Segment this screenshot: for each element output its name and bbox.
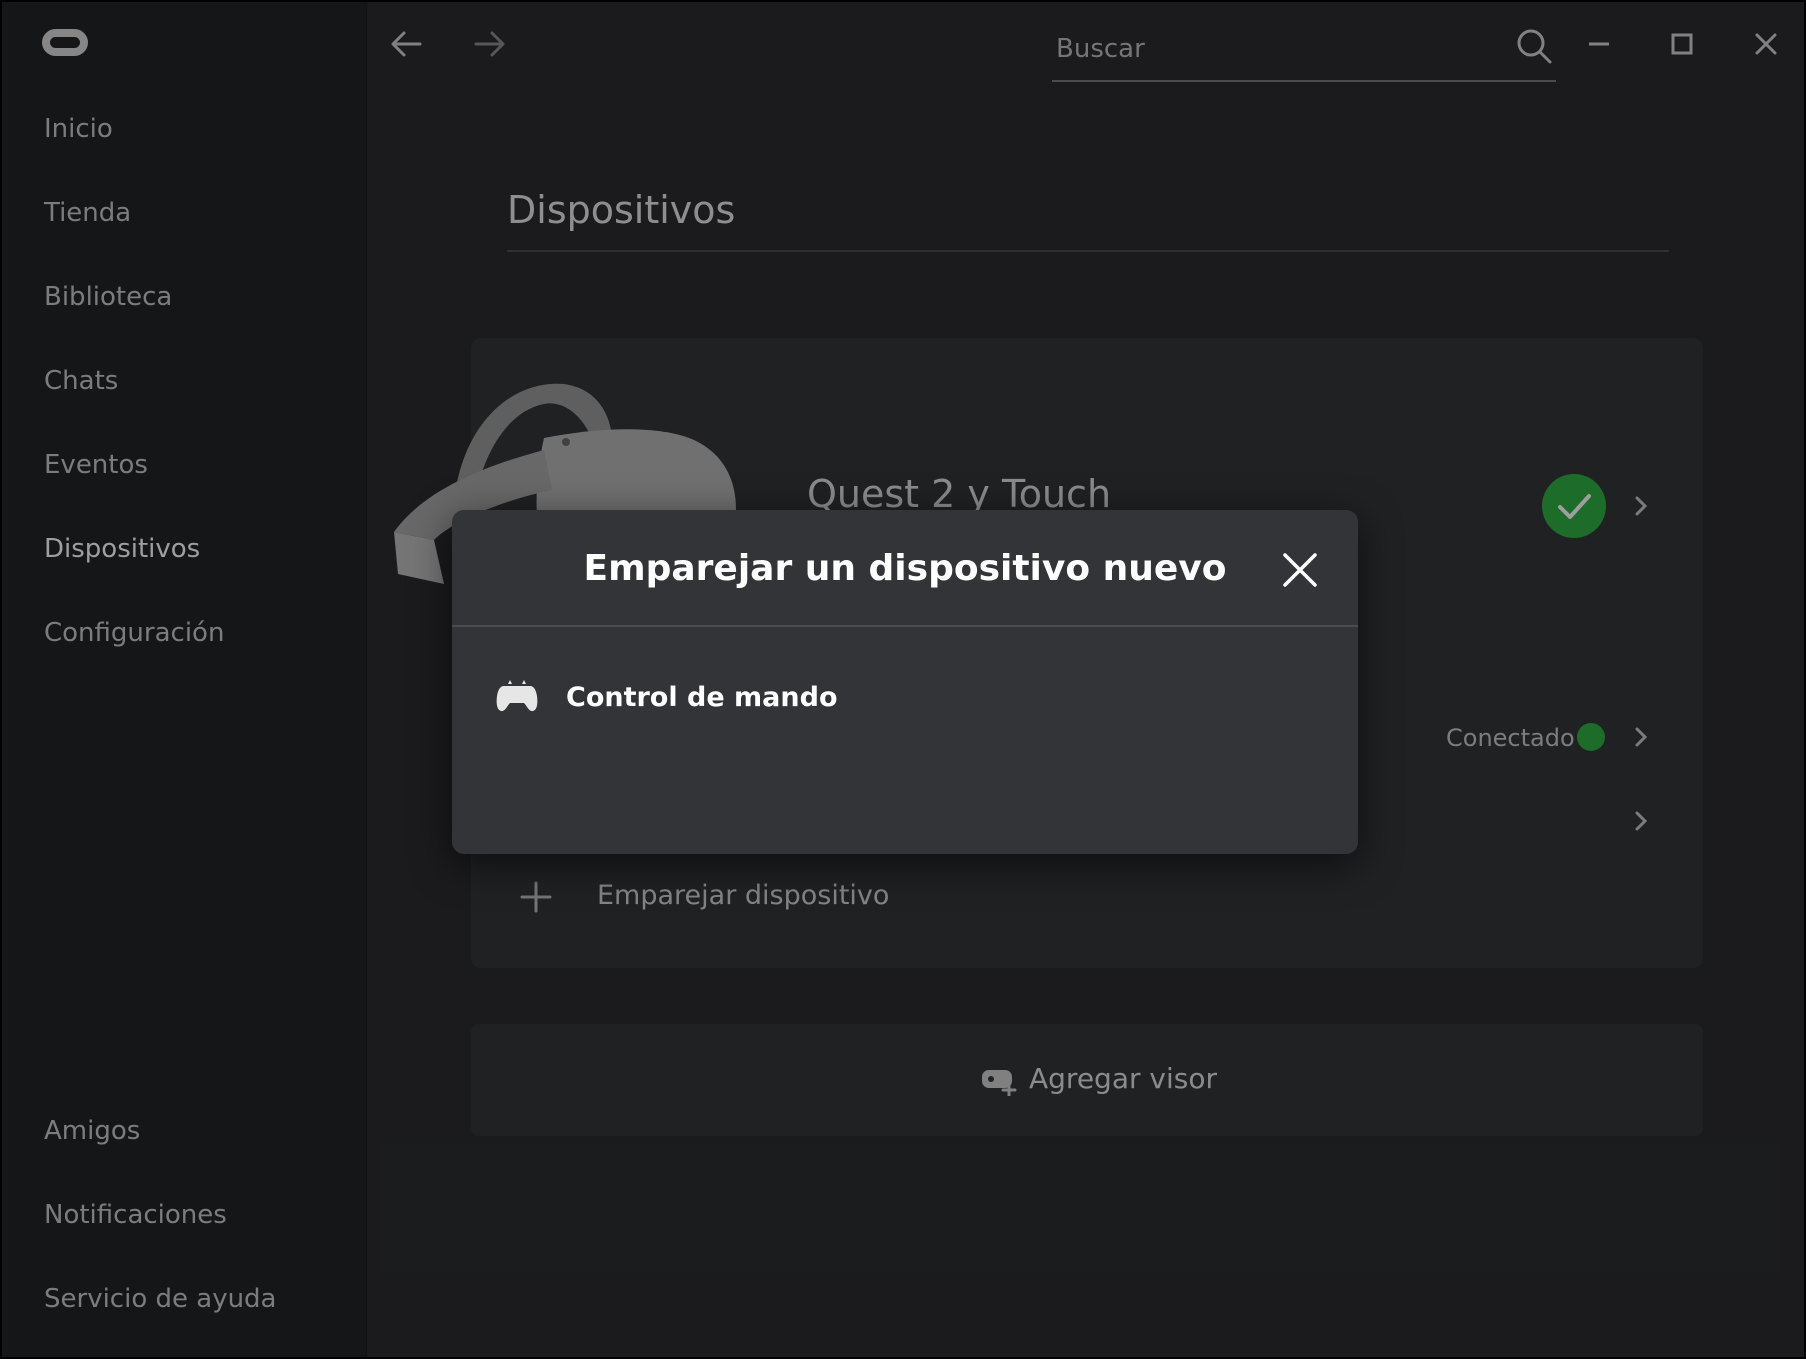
dialog-close-icon[interactable]: [1280, 550, 1320, 590]
pair-device-dialog: Emparejar un dispositivo nuevo Control d…: [452, 510, 1358, 854]
dialog-item-gamepad[interactable]: Control de mando: [494, 670, 1314, 726]
dialog-title: Emparejar un dispositivo nuevo: [583, 548, 1227, 589]
gamepad-icon: [496, 680, 538, 712]
dialog-divider: [452, 625, 1358, 627]
dialog-item-label: Control de mando: [566, 682, 838, 713]
app-window: Inicio Tienda Biblioteca Chats Eventos D…: [2, 2, 1804, 1357]
